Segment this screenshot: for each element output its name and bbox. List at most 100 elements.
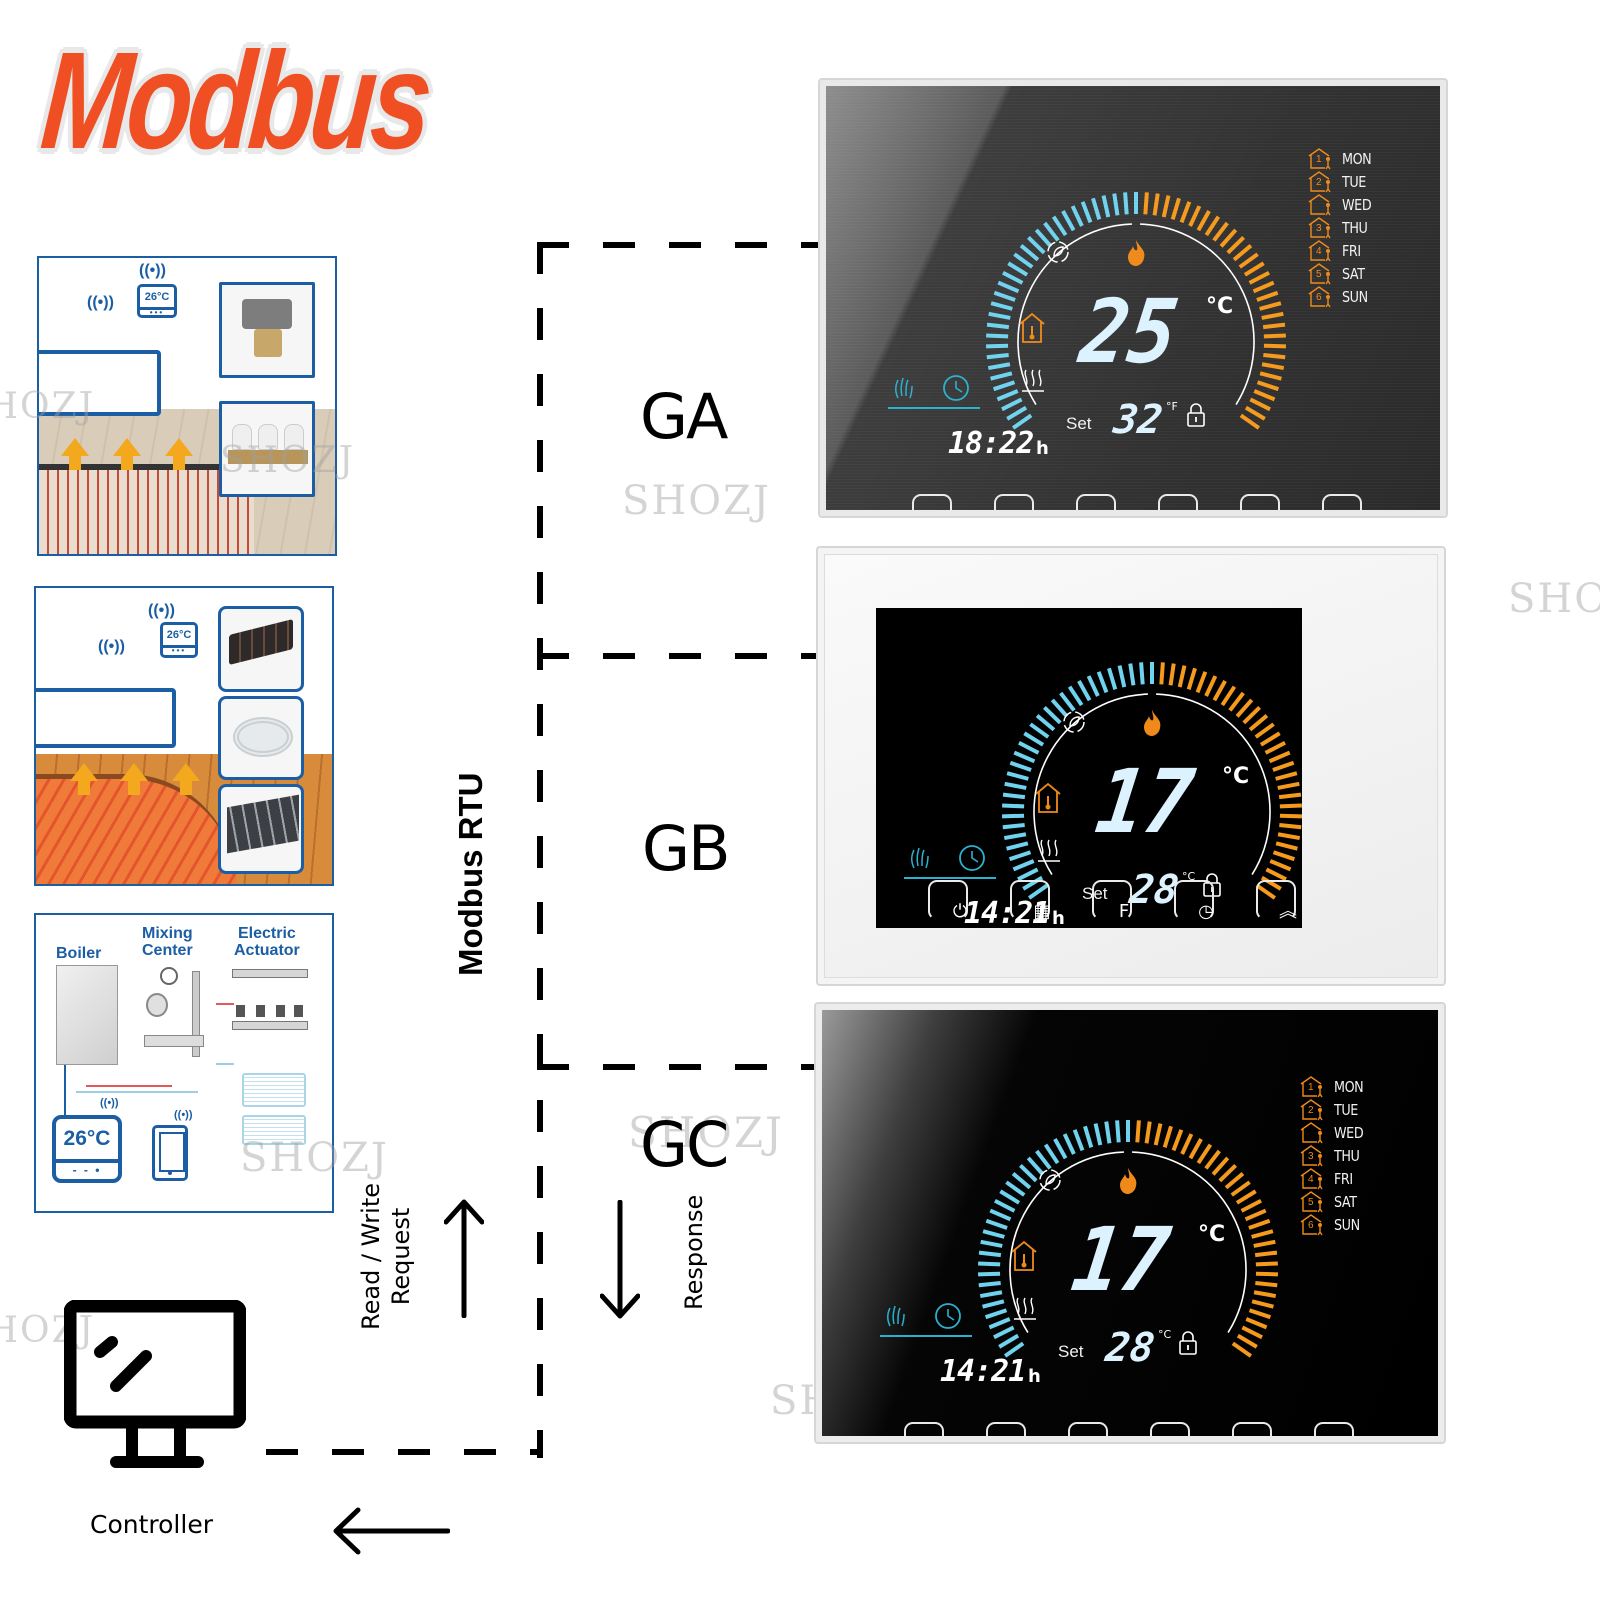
dial-tick-cold	[1002, 813, 1025, 819]
floor-heat-icon	[1022, 369, 1044, 392]
power-button[interactable]: ⏻	[912, 494, 952, 510]
day-label: THU	[1334, 1147, 1360, 1165]
program-house-icon	[1300, 1099, 1323, 1121]
mode-button[interactable]: ▦	[994, 494, 1034, 510]
bus-branch-gc	[537, 1064, 819, 1070]
dial-tick-warm	[1254, 722, 1275, 739]
dial-tick-cold	[1019, 1164, 1038, 1183]
dial-tick-warm	[1171, 1129, 1184, 1152]
dial-tick-cold	[982, 1229, 1005, 1239]
watermark: SHOZJ	[622, 478, 771, 524]
current-temperature-unit: °C	[1198, 1222, 1226, 1247]
dial-tick-warm	[1248, 270, 1270, 285]
dial-tick-warm	[1161, 195, 1171, 218]
lcd-screen: 25 °C Set 32 °F 18:22 h 1 MON 2 TUE WED 3 THU 4 FRI 5 SAT…	[826, 86, 1440, 510]
wifi-icon: ((•))	[87, 294, 114, 311]
mode-button[interactable]: ▦	[986, 1422, 1026, 1436]
arrow-left-icon	[333, 1507, 450, 1555]
dial-tick-warm	[1135, 1120, 1141, 1143]
up-button[interactable]: ︽	[1240, 494, 1280, 510]
dial-tick-warm	[1144, 1121, 1152, 1144]
schedule-button[interactable]: ◷	[1150, 1422, 1190, 1436]
dial-tick-warm	[1264, 740, 1286, 755]
dial-tick-warm	[1272, 850, 1296, 862]
dial-tick-cold	[1104, 1121, 1112, 1144]
dial-tick-cold	[1051, 215, 1068, 237]
group-label-ga: GA	[640, 380, 728, 453]
program-number: 5	[1308, 1197, 1314, 1208]
program-number: 4	[1316, 246, 1322, 257]
title: Modbus	[36, 24, 434, 178]
heating-board-image	[218, 784, 304, 874]
dial-tick-warm	[1180, 1133, 1194, 1155]
day-label: MON	[1342, 150, 1372, 168]
dial-tick-cold	[1023, 731, 1045, 747]
protocol-label: Modbus RTU	[452, 772, 489, 976]
dial-tick-cold	[993, 290, 1016, 302]
function-button[interactable]: F	[1092, 880, 1132, 922]
dial-tick-warm	[1244, 405, 1266, 421]
dial-tick-warm	[1251, 1299, 1274, 1309]
down-button[interactable]: ︾	[1322, 494, 1362, 510]
dial-tick-warm	[1255, 1281, 1278, 1288]
heat-arrow-icon	[165, 438, 193, 470]
dial-tick-cold	[985, 1218, 1008, 1230]
dial-tick-warm	[1253, 1290, 1277, 1299]
dial-tick-cold	[1096, 671, 1109, 694]
dial-tick-cold	[1123, 192, 1129, 215]
dial-tick-cold	[1029, 722, 1050, 739]
dial-tick-warm	[1259, 301, 1282, 311]
day-row-mon: 1 MON	[1308, 148, 1388, 170]
mode-button[interactable]: ▦	[1010, 880, 1051, 922]
bus-branch-ga	[537, 242, 819, 248]
schedule-button[interactable]: ◷	[1158, 494, 1198, 510]
mixing-center-image	[140, 965, 210, 1060]
day-row-sat: 5 SAT	[1300, 1191, 1380, 1213]
power-icon: ⏻	[952, 901, 968, 922]
dial-tick-warm	[1204, 215, 1221, 237]
dial-tick-cold	[986, 333, 1009, 339]
lcd-content: 17°CSet28°C14:21h1MON2TUEWED3THU4FRI5SAT…	[880, 1070, 1380, 1436]
dial-tick-cold	[1070, 205, 1084, 227]
dial-tick-cold	[978, 1261, 1001, 1267]
dial-tick-warm	[1232, 244, 1253, 262]
eco-leaf-icon	[1039, 1169, 1061, 1191]
dial-tick-warm	[1196, 210, 1211, 232]
function-button[interactable]: F	[1076, 494, 1116, 510]
supply-pipe	[86, 1085, 172, 1087]
power-button[interactable]: ⏻	[904, 1422, 944, 1436]
day-label: TUE	[1334, 1101, 1358, 1119]
day-label: SUN	[1334, 1216, 1360, 1234]
dial-tick-warm	[1268, 750, 1291, 764]
up-button[interactable]: ︽	[1232, 1422, 1272, 1436]
bus-branch-gb	[537, 653, 819, 659]
schedule-button[interactable]: ◷	[1174, 880, 1214, 922]
response-label: Response	[680, 1194, 708, 1310]
dial-tick-warm	[1256, 290, 1279, 302]
dial-tick-cold	[1006, 405, 1028, 421]
program-number: 4	[1308, 1174, 1314, 1185]
clock-icon: ◷	[1198, 901, 1214, 922]
sofa-person-illustration	[36, 688, 176, 748]
dial-svg	[888, 192, 1286, 430]
lcd-content: 17°CSet28°C14:21h1MON2TUEWED3THU4FRI5SAT…	[904, 612, 1302, 928]
dial-tick-cold	[1128, 663, 1136, 686]
function-button[interactable]: F	[1068, 1422, 1108, 1436]
dial-tick-warm	[1230, 1180, 1251, 1197]
dial-tick-cold	[1002, 803, 1025, 809]
current-temperature-unit: °C	[1206, 294, 1234, 319]
day-label: THU	[1342, 219, 1368, 237]
down-button[interactable]: ︾	[1314, 1422, 1354, 1436]
dial-tick-cold	[1077, 680, 1092, 702]
day-row-tue: 2 TUE	[1300, 1099, 1380, 1121]
program-number: 3	[1316, 223, 1322, 234]
program-house-icon	[1300, 1145, 1323, 1167]
dial-tick-warm	[1277, 832, 1301, 841]
lock-icon	[1187, 403, 1205, 427]
dial-tick-cold	[996, 389, 1019, 402]
power-button[interactable]: ⏻	[928, 880, 968, 922]
dial-tick-cold	[990, 301, 1013, 311]
dial-tick-warm	[1211, 1156, 1230, 1176]
dial-tick-warm	[1219, 228, 1238, 248]
up-button[interactable]: ︽	[1256, 880, 1297, 922]
